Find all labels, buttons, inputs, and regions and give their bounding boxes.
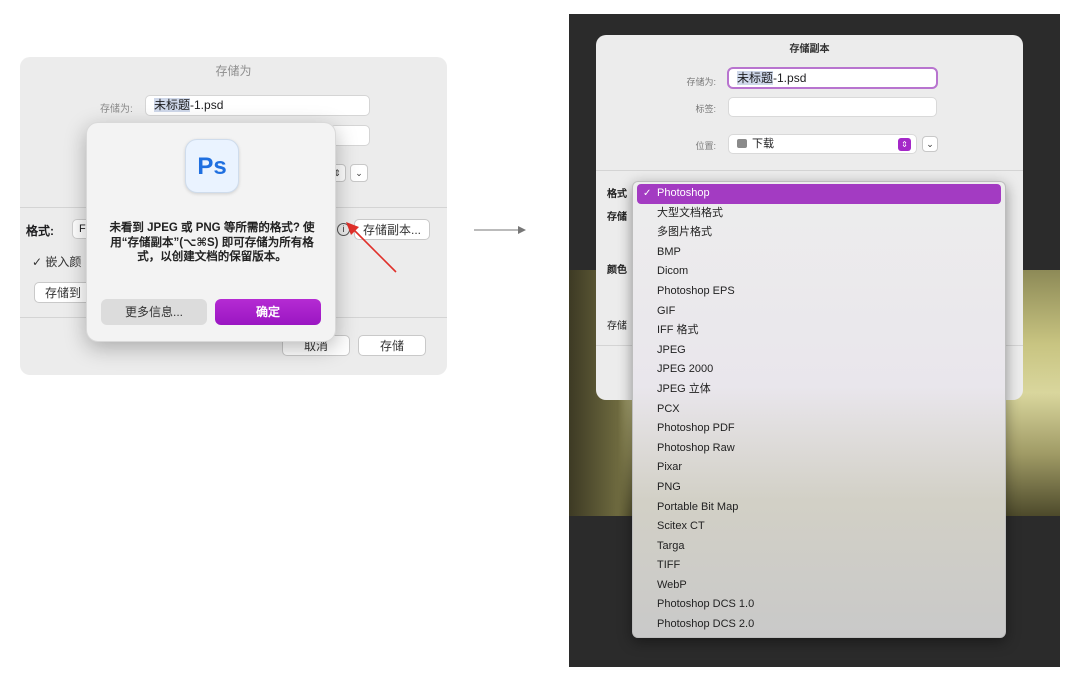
format-option[interactable]: Photoshop PDF [637,419,1001,439]
location-value: 下载 [752,138,774,150]
format-option[interactable]: JPEG 2000 [637,360,1001,380]
filename-extension: -1.psd [190,98,224,112]
format-option[interactable]: Photoshop Raw [637,439,1001,459]
color-label: 颜色 [607,265,627,276]
save-as-label: 存储为: [686,77,716,87]
format-option[interactable]: Photoshop DCS 2.0 [637,615,1001,635]
filename-selection: 未标题 [154,98,191,112]
red-arrow-annotation [346,222,397,273]
filename-extension: -1.psd [773,71,807,85]
transition-arrow-icon [474,226,526,234]
filename-input[interactable]: 未标题-1.psd [727,67,938,89]
tags-input[interactable] [728,97,937,117]
format-option[interactable]: PNG [637,478,1001,498]
format-option[interactable]: GIF [637,302,1001,322]
format-option[interactable]: Photoshop EPS [637,282,1001,302]
photoshop-icon-label: Ps [197,153,227,180]
format-option[interactable]: 多图片格式 [637,223,1001,243]
folder-icon [737,139,747,148]
location-label: 位置: [695,141,716,151]
checkmark-icon: ✓ [643,188,652,199]
format-label: 格式: [26,224,54,238]
location-select[interactable]: 下载 [728,134,917,154]
format-option[interactable]: Targa [637,537,1001,557]
format-option[interactable]: WebP [637,576,1001,596]
filename-selection: 未标题 [737,71,774,85]
format-option[interactable]: Dicom [637,262,1001,282]
format-hint-alert: Ps 未看到 JPEG 或 PNG 等所需的格式? 使用“存储副本”(⌥⌘S) … [86,122,336,342]
save-options-label: 存储 [607,212,627,223]
tags-input[interactable] [330,125,370,146]
ok-button[interactable]: 确定 [215,299,321,325]
format-option[interactable]: JPEG 立体 [637,380,1001,400]
format-option-label: Photoshop [657,187,710,199]
format-option[interactable]: BMP [637,243,1001,263]
checkbox-checked-icon: ✓ [32,255,43,269]
format-dropdown-menu[interactable]: ✓ Photoshop 大型文档格式 多图片格式 BMP Dicom Photos… [632,181,1006,638]
embed-color-label: 嵌入颜 [45,255,82,269]
format-label: 格式 [607,189,627,200]
dialog-title: 存储为 [215,64,252,78]
save-to-button[interactable]: 存储到 [34,282,92,303]
format-option[interactable]: TIFF [637,556,1001,576]
embed-color-checkbox[interactable]: ✓ 嵌入颜 [32,253,81,270]
tags-label: 标签: [695,104,716,114]
chevron-down-icon[interactable]: ⌄ [350,164,368,182]
format-option[interactable]: Pixar [637,458,1001,478]
save-to-label: 存储 [607,321,627,332]
photoshop-background: 存储副本 存储为: 未标题-1.psd 标签: 位置: 下载 ⇕ ⌄ 格式 存储… [569,14,1060,667]
format-option[interactable]: Portable Bit Map [637,498,1001,518]
format-option[interactable]: Photoshop DCS 1.0 [637,595,1001,615]
format-option[interactable]: JPEG [637,341,1001,361]
format-option[interactable]: ✓ Photoshop [637,184,1001,204]
format-option[interactable]: IFF 格式 [637,321,1001,341]
filename-input[interactable]: 未标题-1.psd [145,95,370,116]
format-option[interactable]: 大型文档格式 [637,204,1001,224]
format-option[interactable]: PCX [637,400,1001,420]
chevron-down-icon[interactable]: ⌄ [922,136,938,152]
alert-message: 未看到 JPEG 或 PNG 等所需的格式? 使用“存储副本”(⌥⌘S) 即可存… [109,222,315,263]
format-option[interactable]: Scitex CT [637,517,1001,537]
dialog-title: 存储副本 [789,44,830,55]
divider [596,170,1023,171]
photoshop-icon: Ps [185,139,239,193]
save-button[interactable]: 存储 [358,335,426,356]
save-as-label: 存储为: [100,104,133,115]
more-info-button[interactable]: 更多信息... [101,299,207,325]
location-stepper[interactable]: ⇕ [898,138,911,151]
